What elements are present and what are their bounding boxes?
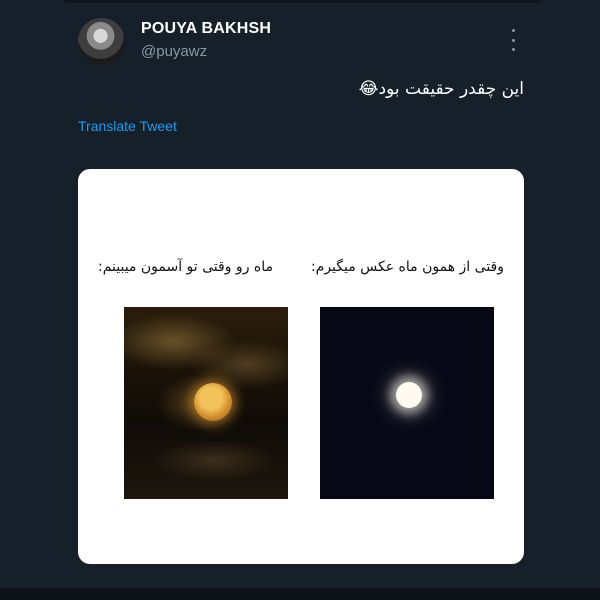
bottom-bar [0, 588, 600, 600]
display-name[interactable]: POUYA BAKHSH [141, 20, 271, 38]
meme-caption-right: وقتی از همون ماه عکس میگیرم: [310, 259, 504, 275]
translate-tweet-link[interactable]: Translate Tweet [78, 118, 177, 134]
avatar[interactable] [78, 18, 125, 65]
white-moon-dot [396, 382, 422, 408]
golden-moon [194, 383, 232, 421]
user-handle[interactable]: @puyawz [141, 43, 207, 60]
top-divider [65, 0, 540, 3]
moon-photo-camera [320, 307, 494, 499]
more-options-icon[interactable] [505, 27, 521, 53]
tweet-media-image[interactable]: ماه رو وقتی تو آسمون میبینم: وقتی از همو… [78, 169, 524, 564]
meme-caption-left: ماه رو وقتی تو آسمون میبینم: [98, 259, 274, 275]
moon-in-sky-photo [124, 307, 288, 499]
tweet-text: این چقدر حقیقت بود😂 [358, 79, 524, 99]
